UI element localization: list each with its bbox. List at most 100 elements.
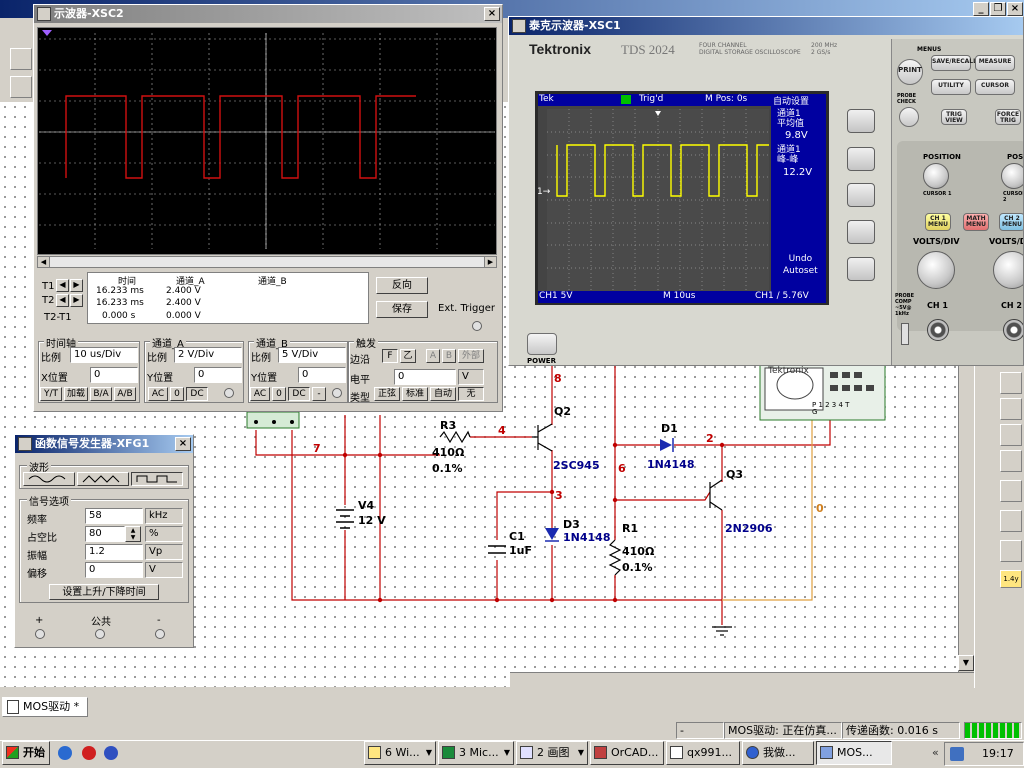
right-toolbar-tool-6[interactable]: [1000, 510, 1022, 532]
start-button[interactable]: 开始: [2, 741, 50, 765]
tek-xsc1-titlebar[interactable]: 泰克示波器-XSC1: [509, 17, 1023, 35]
taskbar-item-mos[interactable]: MOS...: [816, 741, 892, 765]
right-toolbar-tool-5[interactable]: [1000, 480, 1022, 502]
channel-a-dc-button[interactable]: DC: [186, 387, 208, 401]
fgen-duty-field[interactable]: 80: [85, 526, 125, 542]
toolbar-component-button[interactable]: [10, 76, 32, 98]
trigger-level-unit[interactable]: V: [458, 369, 484, 385]
quicklaunch-app3-icon[interactable]: [104, 746, 118, 760]
fgen-freq-field[interactable]: 58: [85, 508, 143, 524]
quicklaunch-app2-icon[interactable]: [82, 746, 96, 760]
timebase-mode-ab[interactable]: A/B: [114, 387, 136, 401]
taskbar-item-windows[interactable]: 6 Wi... ▼: [364, 741, 436, 765]
trigger-edge-rising[interactable]: F: [382, 349, 398, 363]
main-close-button[interactable]: ×: [1007, 2, 1023, 16]
tek-side-button-3[interactable]: [847, 183, 875, 207]
channel-b-zero-button[interactable]: 0: [272, 387, 286, 401]
fgen-freq-unit[interactable]: kHz: [145, 508, 183, 524]
tek-power-button[interactable]: [527, 333, 557, 355]
t2-left-arrow-button[interactable]: ◀: [56, 294, 69, 307]
right-toolbar-tool-2[interactable]: [1000, 398, 1022, 420]
tek-trig-view-button[interactable]: TRIG VIEW: [941, 109, 967, 125]
timebase-mode-load[interactable]: 加载: [64, 387, 88, 401]
tek-side-button-4[interactable]: [847, 220, 875, 244]
tek-print-button[interactable]: PRINT: [897, 59, 923, 85]
t1-right-arrow-button[interactable]: ▶: [70, 279, 83, 292]
fgen-offset-unit[interactable]: V: [145, 562, 183, 578]
right-toolbar-tool-3[interactable]: [1000, 424, 1022, 446]
tek-utility-button[interactable]: UTILITY: [931, 79, 971, 95]
fgen-amplitude-field[interactable]: 1.2: [85, 544, 143, 560]
tek-math-menu-button[interactable]: MATH MENU: [963, 213, 989, 231]
fgen-terminal-plus-icon[interactable]: [35, 629, 45, 639]
channel-b-terminal-icon[interactable]: [332, 388, 342, 398]
trigger-source-ext[interactable]: 外部: [458, 349, 484, 363]
trigger-source-a[interactable]: A: [426, 349, 440, 363]
fgen-offset-field[interactable]: 0: [85, 562, 143, 578]
tray-expand-icon[interactable]: «: [932, 746, 939, 759]
tek-measure-button[interactable]: MEASURE: [975, 55, 1015, 71]
tray-network-icon[interactable]: [950, 747, 964, 761]
tek-ch1-position-knob[interactable]: [923, 163, 949, 189]
trigger-type-sine[interactable]: 正弦: [374, 387, 400, 401]
t1-left-arrow-button[interactable]: ◀: [56, 279, 69, 292]
tek-cursor-button[interactable]: CURSOR: [975, 79, 1015, 95]
fgen-terminal-minus-icon[interactable]: [155, 629, 165, 639]
fgen-sine-button[interactable]: [23, 472, 75, 486]
tek-side-button-1[interactable]: [847, 109, 875, 133]
scope-xsc2-titlebar[interactable]: 示波器-XSC2: [34, 5, 502, 23]
timebase-mode-ba[interactable]: B/A: [90, 387, 112, 401]
right-toolbar-tool-4[interactable]: [1000, 450, 1022, 472]
main-restore-button[interactable]: ❐: [990, 2, 1006, 16]
tek-ch2-position-knob[interactable]: [1001, 163, 1023, 189]
quicklaunch-ie-icon[interactable]: [58, 746, 72, 760]
scope-xsc2-screen[interactable]: [37, 27, 497, 255]
scope-reverse-button[interactable]: 反向: [376, 277, 428, 294]
tek-force-trig-button[interactable]: FORCE TRIG: [995, 109, 1021, 125]
channel-a-ypos-field[interactable]: 0: [194, 367, 242, 383]
tek-ch1-menu-button[interactable]: CH 1 MENU: [925, 213, 951, 231]
taskbar-item-paint[interactable]: 2 画图 ▼: [516, 741, 588, 765]
scope-xsc2-hscroll[interactable]: ◀ ▶: [37, 256, 497, 268]
channel-b-dc-button[interactable]: DC: [288, 387, 310, 401]
scope-ext-trigger-terminal-icon[interactable]: [472, 321, 482, 331]
fgen-triangle-button[interactable]: [77, 472, 129, 486]
vscroll-up-arrow-icon[interactable]: ▼: [958, 655, 974, 671]
right-toolbar-tool-8[interactable]: 1.4y: [1000, 570, 1022, 588]
tek-side-button-2[interactable]: [847, 147, 875, 171]
fgen-duty-unit[interactable]: %: [145, 526, 183, 542]
channel-b-ypos-field[interactable]: 0: [298, 367, 346, 383]
trigger-level-field[interactable]: 0: [394, 369, 456, 385]
fgen-terminal-common-icon[interactable]: [95, 629, 105, 639]
fgen-xfg1-close-button[interactable]: ×: [175, 437, 191, 451]
channel-b-minus-button[interactable]: -: [312, 387, 326, 401]
fgen-set-rise-fall-button[interactable]: 设置上升/下降时间: [49, 584, 159, 600]
scroll-right-arrow-icon[interactable]: ▶: [484, 257, 496, 267]
fgen-square-button[interactable]: [131, 472, 183, 486]
tab-mos-drive[interactable]: MOS驱动 *: [2, 697, 88, 717]
taskbar-item-orcad[interactable]: OrCAD...: [590, 741, 664, 765]
tek-ch1-volts-knob[interactable]: [917, 251, 955, 289]
trigger-source-b[interactable]: B: [442, 349, 456, 363]
tek-ch2-menu-button[interactable]: CH 2 MENU: [999, 213, 1023, 231]
trigger-type-none[interactable]: 无: [458, 387, 484, 401]
tek-side-button-5[interactable]: [847, 257, 875, 281]
taskbar-item-excel[interactable]: 3 Mic... ▼: [438, 741, 514, 765]
taskbar-item-wozuo[interactable]: 我做...: [742, 741, 814, 765]
tek-ch2-bnc-connector-icon[interactable]: [1003, 319, 1023, 341]
tek-save-recall-button[interactable]: SAVE/RECALL: [931, 55, 977, 71]
timebase-xpos-field[interactable]: 0: [90, 367, 138, 383]
trigger-edge-falling[interactable]: 乙: [400, 349, 416, 363]
tek-probe-check-button[interactable]: [899, 107, 919, 127]
tek-ch2-volts-knob[interactable]: [993, 251, 1023, 289]
main-minimize-button[interactable]: _: [973, 2, 989, 16]
scope-xsc2-close-button[interactable]: ×: [484, 7, 500, 21]
channel-a-zero-button[interactable]: 0: [170, 387, 184, 401]
timebase-scale-field[interactable]: 10 us/Div: [70, 347, 138, 363]
tek-probe-comp-terminal-icon[interactable]: [901, 323, 909, 345]
channel-b-ac-button[interactable]: AC: [250, 387, 270, 401]
channel-a-scale-field[interactable]: 2 V/Div: [174, 347, 242, 363]
channel-a-terminal-icon[interactable]: [224, 388, 234, 398]
right-toolbar-tool-1[interactable]: [1000, 372, 1022, 394]
right-toolbar-tool-7[interactable]: [1000, 540, 1022, 562]
